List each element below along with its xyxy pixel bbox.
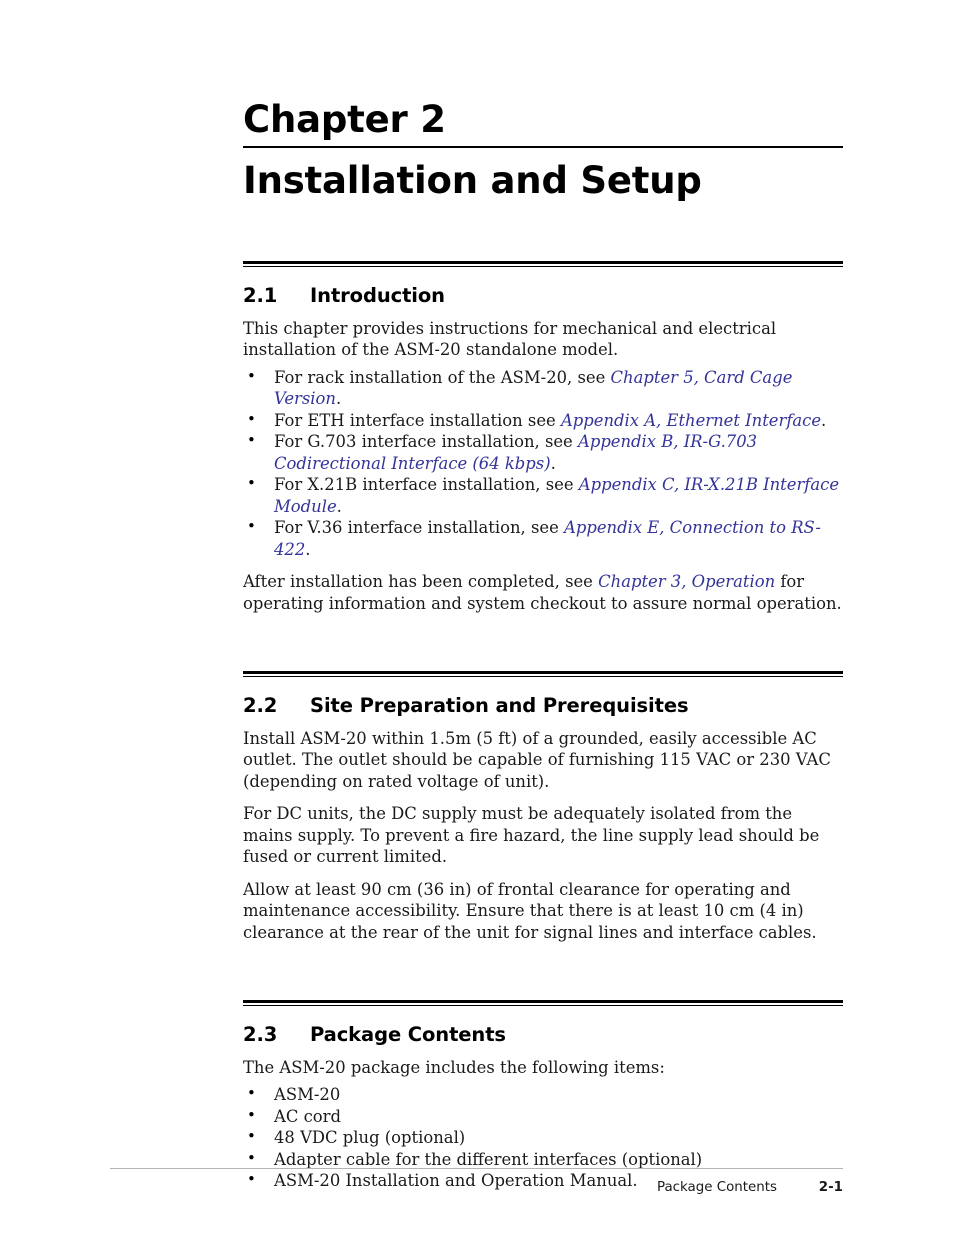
section-2-3: 2.3 Package Contents The ASM-20 package … — [243, 1000, 843, 1192]
section-intro-paragraph: This chapter provides instructions for m… — [243, 318, 777, 360]
document-page: Chapter 2 Installation and Setup 2.1 Int… — [0, 0, 954, 1235]
bullet-text-lead: 48 VDC plug (optional) — [274, 1128, 466, 1148]
footer-row: Package Contents 2-1 — [110, 1169, 843, 1195]
bullet-text-tail: . — [335, 389, 342, 408]
bullet-text-lead: AC cord — [274, 1106, 341, 1126]
section-title: Package Contents — [310, 1022, 506, 1046]
list-item: For G.703 interface installation, see Ap… — [243, 430, 843, 474]
bullet-text-tail: . — [305, 539, 311, 559]
bullet-text-tail: . — [821, 410, 827, 430]
section-number: 2.2 — [243, 693, 278, 717]
section-title: Site Preparation and Prerequisites — [310, 693, 689, 717]
bullet-text-lead: Adapter cable for the different interfac… — [274, 1149, 703, 1169]
page-footer: Package Contents 2-1 — [110, 1168, 843, 1195]
cross-reference-link[interactable]: Appendix A, Ethernet Interface — [561, 411, 821, 430]
list-item: For X.21B interface installation, see Ap… — [243, 473, 843, 517]
list-item: Adapter cable for the different interfac… — [243, 1148, 843, 1171]
chapter-label: Chapter 2 — [243, 98, 446, 141]
section-heading-2-3: 2.3 Package Contents — [243, 1023, 843, 1046]
bullet-text-lead: For X.21B interface installation, see — [274, 475, 579, 494]
section-number: 2.3 — [243, 1022, 278, 1046]
list-item: 48 VDC plug (optional) — [243, 1126, 843, 1149]
cross-reference-list: For rack installation of the ASM-20, see… — [243, 366, 843, 561]
list-item: For ETH interface installation see Appen… — [243, 409, 843, 432]
section-title: Introduction — [310, 283, 445, 307]
bullet-text-tail: . — [336, 496, 342, 516]
section-closing-paragraph: After installation has been completed, s… — [243, 571, 843, 614]
list-item: AC cord — [243, 1105, 843, 1128]
section-heading-2-1: 2.1 Introduction — [243, 284, 843, 307]
list-item: For V.36 interface installation, see App… — [243, 516, 843, 560]
chapter-title-block: Chapter 2 Installation and Setup — [243, 100, 843, 201]
section-2-2: 2.2 Site Preparation and Prerequisites I… — [243, 671, 843, 943]
bullet-text-lead: ASM-20 — [274, 1085, 341, 1105]
section-2-1: 2.1 Introduction This chapter provides i… — [243, 260, 843, 614]
bullet-text-lead: For G.703 interface installation, see — [274, 432, 578, 451]
section-intro-paragraph: The ASM-20 package includes the followin… — [243, 1057, 665, 1077]
bullet-text-lead: For rack installation of the ASM-20, see — [274, 367, 611, 387]
bullet-text-lead: For ETH interface installation see — [274, 410, 561, 430]
closing-text-lead: After installation has been completed, s… — [243, 572, 599, 591]
bullet-text-lead: For V.36 interface installation, see — [274, 518, 565, 537]
footer-section-title: Package Contents — [657, 1180, 777, 1195]
paragraph: For DC units, the DC supply must be adeq… — [243, 804, 820, 867]
list-item: For rack installation of the ASM-20, see… — [243, 366, 843, 410]
paragraph: Allow at least 90 cm (36 in) of frontal … — [243, 879, 817, 942]
bullet-text-tail: . — [550, 453, 556, 473]
chapter-title: Installation and Setup — [243, 158, 702, 202]
section-heading-2-2: 2.2 Site Preparation and Prerequisites — [243, 694, 843, 717]
cross-reference-link[interactable]: Chapter 3, Operation — [598, 572, 775, 591]
list-item: ASM-20 — [243, 1083, 843, 1106]
footer-page-number: 2-1 — [818, 1180, 843, 1195]
paragraph: Install ASM-20 within 1.5m (5 ft) of a g… — [243, 728, 831, 791]
section-number: 2.1 — [243, 283, 278, 307]
page-content: Chapter 2 Installation and Setup 2.1 Int… — [243, 100, 843, 1192]
